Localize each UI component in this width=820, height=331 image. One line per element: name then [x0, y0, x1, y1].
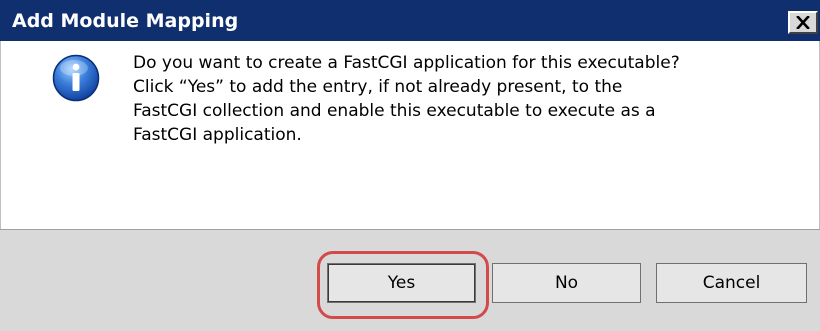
- cancel-button[interactable]: Cancel: [656, 263, 807, 303]
- message-line: FastCGI application.: [133, 125, 302, 145]
- close-button[interactable]: [788, 11, 818, 34]
- dialog-message: Do you want to create a FastCGI applicat…: [133, 51, 803, 147]
- no-button[interactable]: No: [492, 263, 641, 303]
- close-icon: [790, 13, 816, 32]
- message-line: Click “Yes” to add the entry, if not alr…: [133, 77, 623, 97]
- info-icon: [52, 54, 100, 102]
- window-title: Add Module Mapping: [12, 10, 239, 32]
- message-line: FastCGI collection and enable this execu…: [133, 101, 656, 121]
- message-line: Do you want to create a FastCGI applicat…: [133, 53, 680, 73]
- yes-button[interactable]: Yes: [327, 263, 476, 303]
- add-module-mapping-dialog: Add Module Mapping Do you want to create…: [0, 0, 820, 331]
- title-bar[interactable]: Add Module Mapping: [0, 0, 820, 41]
